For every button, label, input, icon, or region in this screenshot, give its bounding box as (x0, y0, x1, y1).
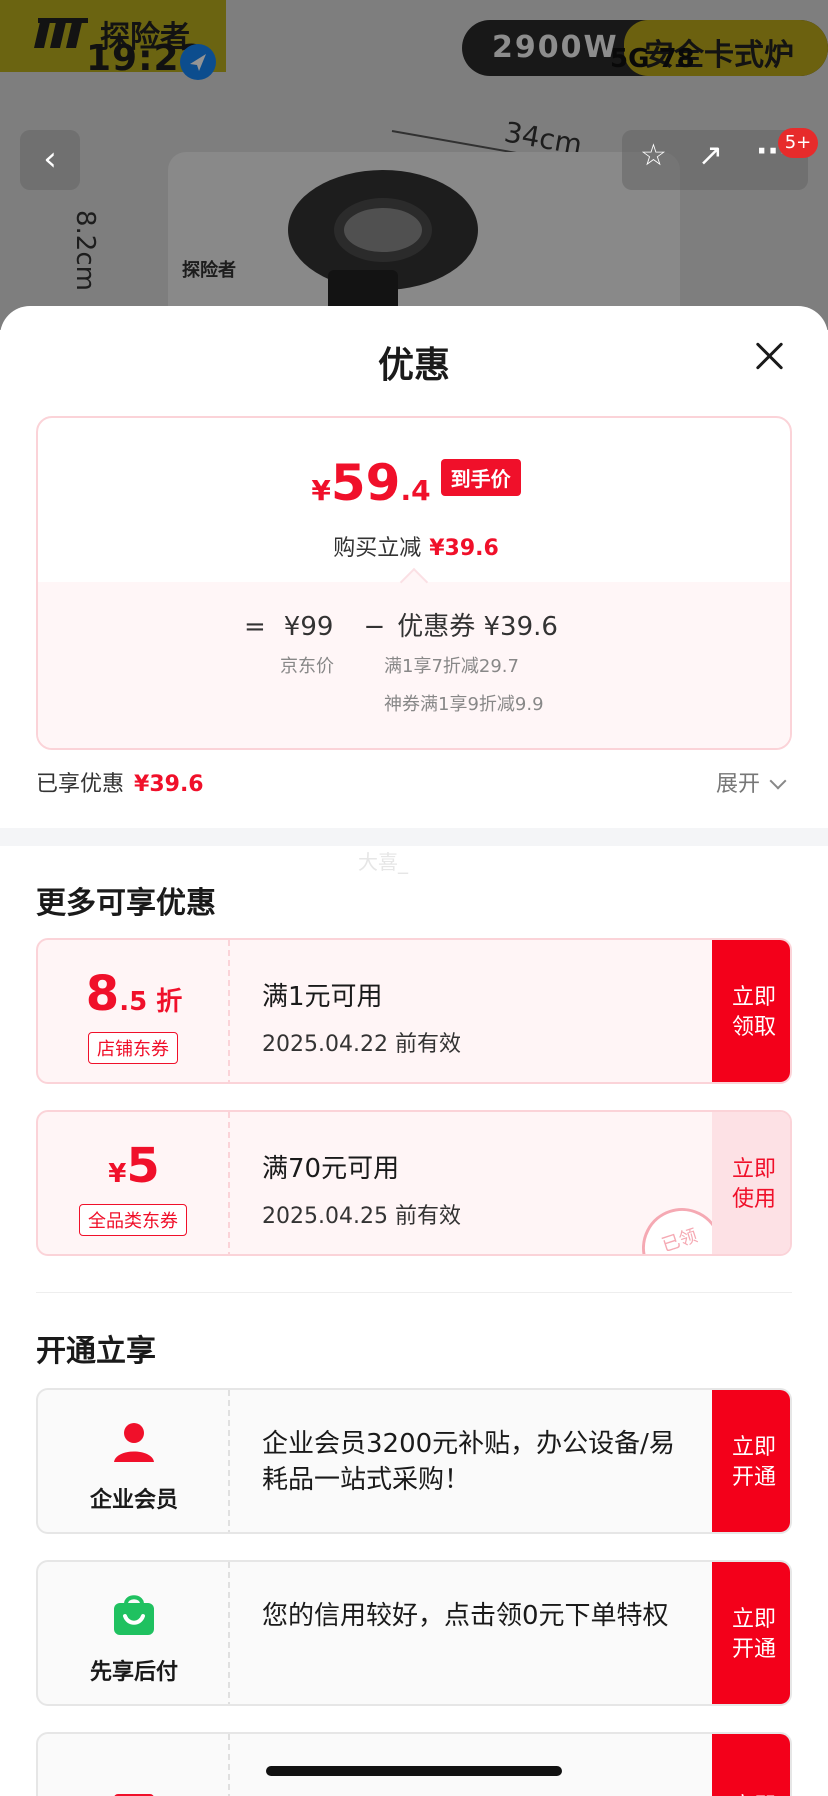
service-card-pay-later: 先享后付 您的信用较好，点击领0元下单特权 立即开通 (36, 1560, 792, 1706)
close-icon[interactable] (748, 334, 792, 378)
expand-button[interactable]: 展开 (716, 766, 787, 798)
coupon-type: 店铺东券 (88, 1032, 178, 1064)
coupon-validity: 2025.04.25 前有效 (262, 1204, 461, 1229)
back-button[interactable]: ‹ (20, 130, 80, 190)
jd-price-label: 京东价 (280, 656, 334, 677)
discount-summary: 购买立减 ¥39.6 (333, 536, 499, 561)
card-icon (114, 1794, 154, 1796)
person-icon (114, 1423, 154, 1462)
price-formula: = ¥99− 优惠券 ¥39.6 京东价 满1享7折减29.7 神券满1享9折减9.… (38, 582, 790, 748)
chevron-down-icon (769, 772, 787, 790)
coupon-card: ¥5 全品类东券 满70元可用 2025.04.25 前有效 已领 立即使用 (36, 1110, 792, 1256)
final-price-tag: 到手价 (440, 459, 521, 496)
home-indicator (266, 1766, 562, 1776)
open-enterprise-button[interactable]: 立即开通 (712, 1390, 790, 1532)
service-card-enterprise: 企业会员 企业会员3200元补贴，办公设备/易耗品一站式采购！ 立即开通 (36, 1388, 792, 1534)
sheet-title: 优惠 (377, 345, 450, 386)
coupon-condition: 满70元可用 (262, 1154, 400, 1184)
watermark: 大喜_ (358, 850, 408, 874)
enjoyed-discount-value: ¥39.6 (134, 772, 204, 797)
coupon-rule-1: 满1享7折减29.7 (384, 656, 519, 677)
section-divider (0, 828, 828, 846)
shopping-bag-icon (114, 1595, 154, 1635)
message-badge: 5+ (778, 128, 818, 158)
coupon-amount: 8.5 折 (85, 966, 183, 1022)
discount-value: ¥39.6 (429, 536, 499, 561)
favorite-star-icon[interactable]: ☆ (640, 138, 667, 173)
coupon-amount: 优惠券 ¥39.6 (397, 612, 558, 642)
coupon-rule-2: 神券满1享9折减9.9 (384, 694, 544, 715)
more-offers-title: 更多可享优惠 (36, 886, 216, 921)
coupon-amount: ¥5 (108, 1138, 160, 1194)
service-description: 您的信用较好，点击领0元下单特权 (262, 1601, 669, 1631)
coupon-card: 8.5 折 店铺东券 满1元可用 2025.04.22 前有效 立即领取 (36, 938, 792, 1084)
final-price: ¥59.4 到手价 (38, 454, 790, 512)
service-label: 先享后付 (89, 1660, 178, 1685)
service-label: 企业会员 (89, 1488, 178, 1513)
open-section-title: 开通立享 (36, 1334, 156, 1369)
use-coupon-button[interactable]: 立即使用 (712, 1112, 790, 1254)
jd-price: ¥99 (283, 612, 334, 642)
enjoyed-discount: 已享优惠 ¥39.6 (36, 772, 204, 797)
claim-coupon-button[interactable]: 立即领取 (712, 940, 790, 1082)
coupon-validity: 2025.04.22 前有效 (262, 1032, 461, 1057)
coupon-condition: 满1元可用 (262, 982, 383, 1012)
coupon-type: 全品类东券 (79, 1204, 187, 1236)
offers-sheet: 优惠 ¥59.4 到手价 购买立减 ¥39.6 = ¥99− 优惠券 ¥39.6 京东价… (0, 306, 828, 1796)
share-icon[interactable]: ↗ (698, 138, 723, 173)
open-service-button[interactable]: 立即 (712, 1734, 790, 1796)
final-price-dec: .4 (400, 474, 431, 507)
divider (36, 1292, 792, 1293)
final-price-int: 59 (330, 454, 401, 512)
product-page-background: 探险者 19:22 2900W 安全卡式炉 5G 78 34cm 8.2cm 探… (0, 0, 828, 330)
price-breakdown-card: ¥59.4 到手价 购买立减 ¥39.6 = ¥99− 优惠券 ¥39.6 京东价 满1… (36, 416, 792, 750)
service-card-third: 立即 (36, 1732, 792, 1796)
service-description: 企业会员3200元补贴，办公设备/易耗品一站式采购！ (262, 1429, 675, 1495)
open-pay-later-button[interactable]: 立即开通 (712, 1562, 790, 1704)
